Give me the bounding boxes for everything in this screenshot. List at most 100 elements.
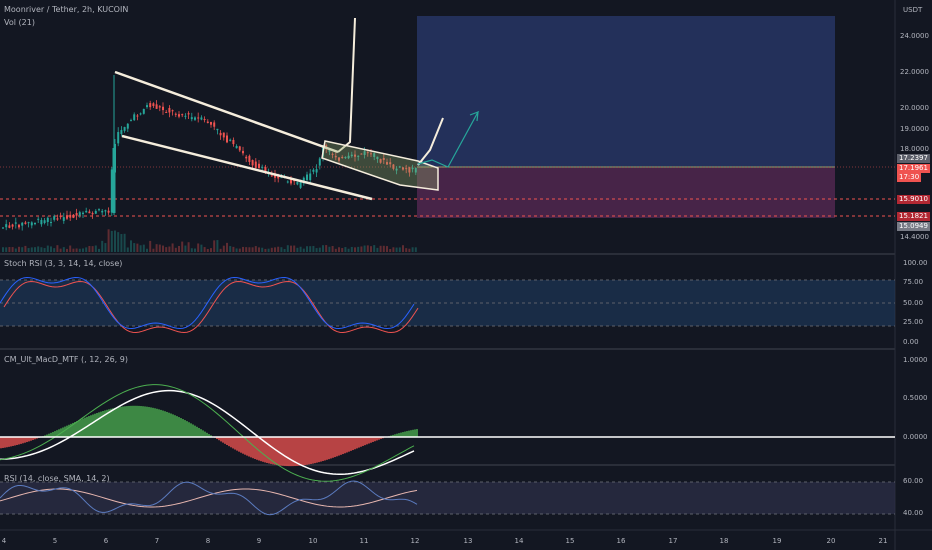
time-axis-label: 5 <box>52 537 58 545</box>
volume-bar <box>203 247 206 252</box>
stoch-rsi-legend[interactable]: Stoch RSI (3, 3, 14, 14, close) <box>4 259 122 269</box>
candle-body <box>98 209 100 211</box>
candle-body <box>107 210 110 213</box>
macd-histogram-bar <box>280 437 282 466</box>
candle-body <box>168 108 171 113</box>
time-axis-label: 10 <box>308 537 318 545</box>
macd-histogram-bar <box>236 437 238 451</box>
low-price-tag: 15.0949 <box>897 222 930 231</box>
currency-label[interactable]: USDT <box>903 6 922 15</box>
candle-body <box>254 161 257 168</box>
candle-body <box>312 169 315 172</box>
macd-histogram-bar <box>204 431 206 437</box>
time-axis-label: 19 <box>772 537 782 545</box>
time-axis-label: 11 <box>359 537 369 545</box>
macd-histogram-bar <box>64 426 66 437</box>
macd-histogram-bar <box>6 437 8 448</box>
volume-bar <box>245 247 248 252</box>
candle-body <box>117 132 120 144</box>
macd-histogram-bar <box>198 427 200 437</box>
macd-histogram-bar <box>186 421 188 437</box>
volume-bar <box>82 248 84 252</box>
macd-histogram-bar <box>178 417 180 437</box>
target-zone[interactable] <box>417 16 835 167</box>
macd-histogram-bar <box>22 437 24 444</box>
macd-histogram-bar <box>154 408 156 437</box>
macd-histogram-bar <box>366 437 368 445</box>
wedge-breakout-path[interactable] <box>337 17 356 153</box>
volume-bar <box>402 245 404 252</box>
macd-legend[interactable]: CM_Ult_MacD_MTF (, 12, 26, 9) <box>4 355 128 365</box>
volume-bar <box>181 241 184 252</box>
volume-bar <box>56 245 59 252</box>
macd-histogram-bar <box>404 431 406 437</box>
candle-body <box>261 166 264 168</box>
volume-legend[interactable]: Vol (21) <box>4 18 35 28</box>
volume-bar <box>50 246 52 252</box>
macd-histogram[interactable] <box>0 384 418 482</box>
macd-histogram-bar <box>158 409 160 437</box>
volume-bar <box>232 246 235 252</box>
macd-histogram-bar <box>348 437 350 452</box>
volume-bar <box>18 246 20 252</box>
macd-histogram-bar <box>12 437 14 446</box>
candle-body <box>197 117 200 119</box>
stoch-axis-label: 25.00 <box>903 318 924 326</box>
macd-histogram-bar <box>360 437 362 447</box>
macd-histogram-bar <box>196 426 198 437</box>
candle-body <box>14 222 17 224</box>
macd-histogram-bar <box>322 437 324 462</box>
candle-body <box>184 115 187 117</box>
candle-body <box>40 219 43 225</box>
volume-bar <box>414 247 417 252</box>
volume-bar <box>411 247 414 252</box>
time-axis-label: 18 <box>719 537 729 545</box>
volume-bar <box>168 246 171 252</box>
candle-body <box>229 139 232 141</box>
macd-histogram-bar <box>146 406 148 437</box>
chart-canvas[interactable] <box>0 0 932 550</box>
volume-bar <box>34 247 36 252</box>
countdown-tag: 17:30 <box>897 173 922 182</box>
volume-bar <box>270 247 273 252</box>
macd-histogram-bar <box>92 414 94 437</box>
candle-body <box>5 224 8 228</box>
volume-bar <box>11 247 14 252</box>
macd-histogram-bar <box>336 437 338 457</box>
macd-histogram-bar <box>112 408 114 437</box>
candle-body <box>248 155 251 162</box>
volume-bar <box>248 247 251 252</box>
volume-bar <box>171 243 174 252</box>
volume-bar <box>149 240 152 252</box>
candle-body <box>133 114 136 121</box>
time-axis-label: 17 <box>668 537 678 545</box>
macd-histogram-bar <box>136 405 138 437</box>
volume-bar <box>386 246 388 252</box>
volume-bar <box>190 248 193 252</box>
last-price-tag: 17.2397 <box>897 154 930 163</box>
macd-histogram-bar <box>90 415 92 437</box>
volume-bar <box>293 245 296 252</box>
macd-histogram-bar <box>52 431 54 437</box>
volume-bar <box>114 230 116 252</box>
volume-bar <box>200 244 203 252</box>
macd-histogram-bar <box>128 405 130 437</box>
volume-bar <box>322 245 324 252</box>
volume-bar <box>101 240 104 252</box>
price-axis-label: 22.0000 <box>900 68 929 76</box>
symbol-title[interactable]: Moonriver / Tether, 2h, KUCOIN <box>4 5 128 15</box>
breakout-candle-body <box>112 148 116 213</box>
macd-histogram-bar <box>308 437 310 465</box>
volume-bar <box>299 246 302 252</box>
candle-body <box>59 215 62 218</box>
rsi-legend[interactable]: RSI (14, close, SMA, 14, 2) <box>4 474 110 484</box>
volume-bar <box>107 229 110 252</box>
macd-histogram-bar <box>364 437 366 446</box>
volume-bar <box>229 246 232 252</box>
volume-bar <box>376 247 379 252</box>
candle-body <box>318 158 321 166</box>
candle-body <box>258 163 260 169</box>
volume-bar <box>341 248 344 252</box>
time-axis-label: 6 <box>103 537 109 545</box>
stop-zone[interactable] <box>417 167 835 218</box>
